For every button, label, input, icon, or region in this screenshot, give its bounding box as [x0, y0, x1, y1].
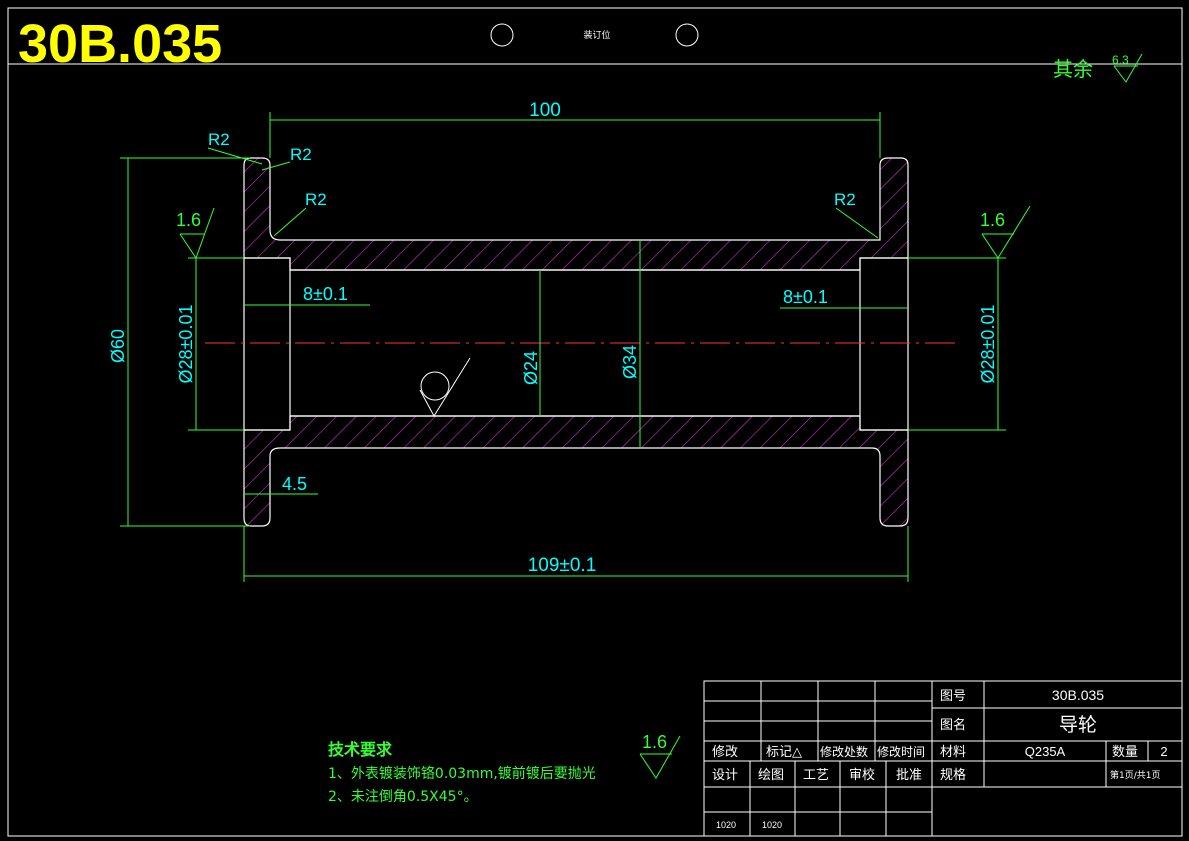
- dim-inner-diameter-text: Ø24: [521, 351, 541, 385]
- dim-overall-length-text: 109±0.1: [528, 555, 597, 576]
- dim-outer-diameter-text: Ø60: [108, 329, 128, 363]
- bore-right: [859, 257, 909, 431]
- datum-circle: [420, 371, 450, 401]
- dim-bore-depth-left-text: 8±0.1: [303, 284, 348, 304]
- dim-bore-right-text: Ø28±0.01: [978, 305, 998, 384]
- material-value: Q235A: [1025, 744, 1066, 759]
- rev-header-3: 修改处数: [820, 744, 868, 759]
- dim-flange-thickness-text: 4.5: [282, 474, 307, 494]
- dim-top-length-text: 100: [529, 100, 561, 121]
- tech-req-title: 技术要求: [328, 740, 393, 759]
- rev-header-4: 修改时间: [877, 744, 925, 759]
- surface-rest-value: 6.3: [1112, 53, 1129, 67]
- name-label: 图名: [940, 717, 966, 733]
- role-value-1: 1020: [716, 820, 736, 830]
- radius-label-4: R2: [834, 190, 856, 209]
- role-header-1: 设计: [712, 768, 738, 783]
- dim-bore-left: [188, 257, 244, 431]
- role-header-3: 工艺: [803, 768, 829, 783]
- tech-req-item-1: 1、外表镀装饰铬0.03mm,镀前镀后要抛光: [328, 765, 596, 782]
- drawing-number-large: 30B.035: [18, 14, 222, 74]
- roughness-right-text: 1.6: [980, 210, 1005, 230]
- role-header-5: 批准: [896, 768, 922, 783]
- role-value-2: 1020: [762, 820, 782, 830]
- binding-hole-right: [675, 23, 699, 47]
- radius-label-2: R2: [290, 145, 312, 164]
- dim-bore-depth-right-text: 8±0.1: [783, 287, 828, 307]
- drawing-no-label: 图号: [940, 689, 966, 704]
- rev-header-2: 标记△: [766, 745, 802, 760]
- dim-body-diameter-text: Ø34: [620, 345, 640, 379]
- role-header-2: 绘图: [758, 768, 784, 783]
- qty-label: 数量: [1112, 745, 1138, 760]
- drawing-canvas: 30B.035 装订位 其余 6.3 100 109±0.1 Ø60 Ø28±0…: [7, 7, 1183, 837]
- material-label: 材料: [940, 745, 966, 760]
- radius-label-3: R2: [305, 190, 327, 209]
- radius-label-1: R2: [208, 130, 230, 149]
- drawing-no-value: 30B.035: [1052, 687, 1104, 703]
- bore-left: [243, 257, 291, 431]
- surface-rest-label: 其余: [1053, 57, 1093, 81]
- roughness-left-text: 1.6: [176, 210, 201, 230]
- qty-value: 2: [1160, 744, 1167, 759]
- binding-hole-left: [490, 23, 514, 47]
- part-section-top: [243, 157, 909, 271]
- dim-top-length: [269, 112, 881, 158]
- page-info: 第1页/共1页: [1110, 769, 1161, 781]
- roughness-bottom-text: 1.6: [642, 732, 667, 752]
- rev-header-1: 修改: [712, 745, 738, 760]
- tech-req-item-2: 2、未注倒角0.5X45°。: [328, 789, 478, 805]
- spec-label: 规格: [940, 767, 966, 783]
- binding-label: 装订位: [583, 29, 610, 41]
- datum-leader: [419, 357, 471, 417]
- part-section-bottom: [243, 415, 909, 527]
- name-value: 导轮: [1059, 714, 1097, 736]
- role-header-4: 审校: [849, 767, 875, 783]
- dim-bore-left-text: Ø28±0.01: [176, 305, 196, 384]
